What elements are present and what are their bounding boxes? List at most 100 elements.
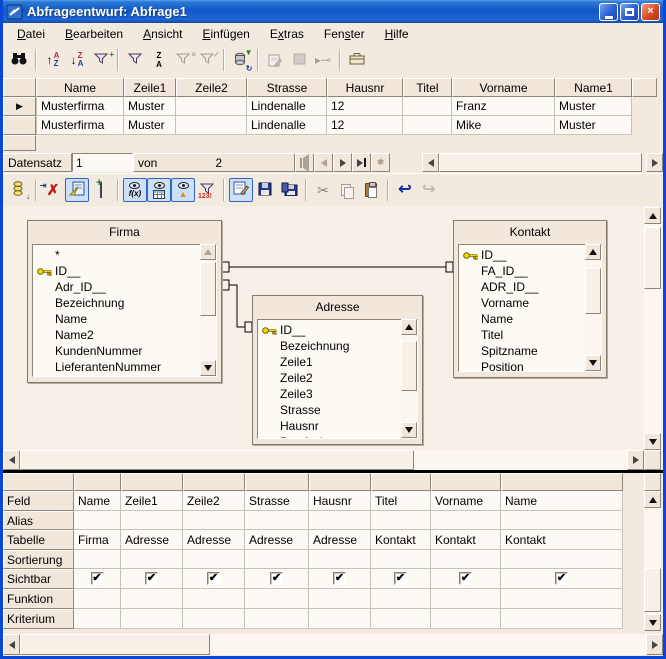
field-item[interactable]: Postfach <box>262 434 417 439</box>
sichtbar-checkbox[interactable]: ✔ <box>333 572 346 585</box>
sortierung-cell[interactable] <box>121 550 183 569</box>
scroll-down-button[interactable] <box>585 355 601 371</box>
field-item[interactable]: Zeile1 <box>262 354 417 370</box>
sort-descending-button[interactable]: ↓ZA <box>65 48 89 72</box>
tabelle-cell[interactable]: Adresse <box>245 530 309 550</box>
data-cell[interactable]: Muster <box>124 116 176 135</box>
sortierung-cell[interactable] <box>183 550 245 569</box>
sortierung-cell[interactable] <box>501 550 623 569</box>
data-cell[interactable] <box>176 116 247 135</box>
scroll-up-button[interactable] <box>585 244 601 260</box>
row-selector-header[interactable] <box>3 78 36 97</box>
grid-column-header[interactable] <box>121 473 183 491</box>
current-row-selector[interactable]: ▶ <box>3 97 36 116</box>
column-header[interactable]: Zeile1 <box>124 78 176 97</box>
save-as-button[interactable] <box>277 178 301 202</box>
table-box-kontakt[interactable]: Kontakt ID__FA_ID__ADR_ID__VornameNameTi… <box>453 220 607 378</box>
alias-cell[interactable] <box>245 511 309 530</box>
data-cell[interactable]: Musterfirma <box>36 116 124 135</box>
column-header[interactable]: Titel <box>403 78 452 97</box>
standard-filter-button[interactable] <box>123 48 147 72</box>
menu-item[interactable]: Datei <box>8 25 54 43</box>
funktion-cell[interactable] <box>309 589 371 609</box>
scroll-thumb[interactable] <box>20 634 210 655</box>
data-cell[interactable] <box>176 97 247 116</box>
grid-column-header[interactable] <box>309 473 371 491</box>
tabelle-cell[interactable]: Kontakt <box>371 530 431 550</box>
add-table-button[interactable]: + <box>89 178 113 202</box>
data-cell[interactable]: Lindenalle <box>247 97 327 116</box>
menu-item[interactable]: Einfügen <box>193 25 258 43</box>
table-name-button[interactable] <box>147 178 171 202</box>
switch-design-view-button[interactable] <box>65 178 89 202</box>
field-item[interactable]: ID__ <box>262 322 417 338</box>
funktion-cell[interactable] <box>501 589 623 609</box>
table-title[interactable]: Firma <box>28 221 221 243</box>
record-number-input[interactable]: 1 <box>72 153 133 172</box>
datasheet-hscroll-thumb[interactable] <box>439 153 642 172</box>
grid-column-header[interactable] <box>74 473 121 491</box>
minimize-button[interactable] <box>599 3 618 21</box>
scroll-up-button[interactable] <box>644 207 661 224</box>
tabelle-cell[interactable]: Kontakt <box>501 530 623 550</box>
scroll-thumb[interactable] <box>20 450 414 470</box>
field-item[interactable]: Strasse <box>262 402 417 418</box>
field-item[interactable]: ID__ <box>463 247 601 263</box>
tabelle-cell[interactable]: Adresse <box>309 530 371 550</box>
paste-button[interactable] <box>359 178 383 202</box>
funktion-cell[interactable] <box>183 589 245 609</box>
tabelle-cell[interactable]: Adresse <box>183 530 245 550</box>
field-item[interactable]: LieferantenNummer <box>37 359 216 375</box>
field-item[interactable]: Name <box>463 311 601 327</box>
kriterium-cell[interactable] <box>431 609 501 629</box>
scroll-down-button[interactable] <box>644 614 661 631</box>
sichtbar-checkbox[interactable]: ✔ <box>394 572 407 585</box>
row-selector[interactable] <box>3 135 36 151</box>
grid-column-header[interactable] <box>501 473 623 491</box>
sichtbar-checkbox[interactable]: ✔ <box>270 572 283 585</box>
feld-cell[interactable]: Strasse <box>245 491 309 511</box>
open-database-button[interactable] <box>345 48 369 72</box>
scroll-down-button[interactable] <box>401 422 417 438</box>
column-header[interactable]: Name <box>36 78 124 97</box>
grid-column-header[interactable] <box>371 473 431 491</box>
alias-cell[interactable] <box>371 511 431 530</box>
field-item[interactable]: Position <box>463 359 601 372</box>
column-header[interactable]: Name1 <box>555 78 632 97</box>
distinct-values-button[interactable]: 123! <box>195 178 219 202</box>
feld-cell[interactable]: Zeile1 <box>121 491 183 511</box>
kriterium-cell[interactable] <box>74 609 121 629</box>
field-item[interactable]: KundenNummer <box>37 343 216 359</box>
sichtbar-checkbox[interactable]: ✔ <box>207 572 220 585</box>
column-header[interactable]: Hausnr <box>327 78 403 97</box>
refresh-data-button[interactable]: ▼↻ <box>229 48 253 72</box>
field-item[interactable]: FA_ID__ <box>463 263 601 279</box>
feld-cell[interactable]: Vorname <box>431 491 501 511</box>
scroll-right-button[interactable] <box>646 634 663 655</box>
grid-column-header[interactable] <box>431 473 501 491</box>
feld-cell[interactable]: Hausnr <box>309 491 371 511</box>
save-button[interactable] <box>253 178 277 202</box>
grid-column-header[interactable] <box>183 473 245 491</box>
data-cell[interactable]: Franz <box>452 97 555 116</box>
field-item[interactable]: Bezeichnung <box>262 338 417 354</box>
query-design-canvas[interactable]: Firma *ID__Adr_ID__BezeichnungNameName2K… <box>3 206 663 470</box>
maximize-button[interactable] <box>620 3 639 21</box>
clear-query-button[interactable]: ✗⇥ <box>41 178 65 202</box>
tabelle-cell[interactable]: Adresse <box>121 530 183 550</box>
sichtbar-checkbox[interactable]: ✔ <box>91 572 104 585</box>
data-cell[interactable] <box>403 97 452 116</box>
data-cell[interactable]: 12 <box>327 97 403 116</box>
menu-item[interactable]: Fenster <box>315 25 374 43</box>
funktion-cell[interactable] <box>121 589 183 609</box>
field-item[interactable]: Titel <box>463 327 601 343</box>
tabelle-cell[interactable]: Firma <box>74 530 121 550</box>
scroll-right-button[interactable] <box>627 450 644 470</box>
feld-cell[interactable]: Name <box>74 491 121 511</box>
close-button[interactable]: × <box>641 3 660 21</box>
data-cell[interactable]: Lindenalle <box>247 116 327 135</box>
scroll-left-button[interactable] <box>3 450 20 470</box>
kriterium-cell[interactable] <box>309 609 371 629</box>
edit-query-button[interactable] <box>229 178 253 202</box>
data-cell[interactable]: Muster <box>124 97 176 116</box>
